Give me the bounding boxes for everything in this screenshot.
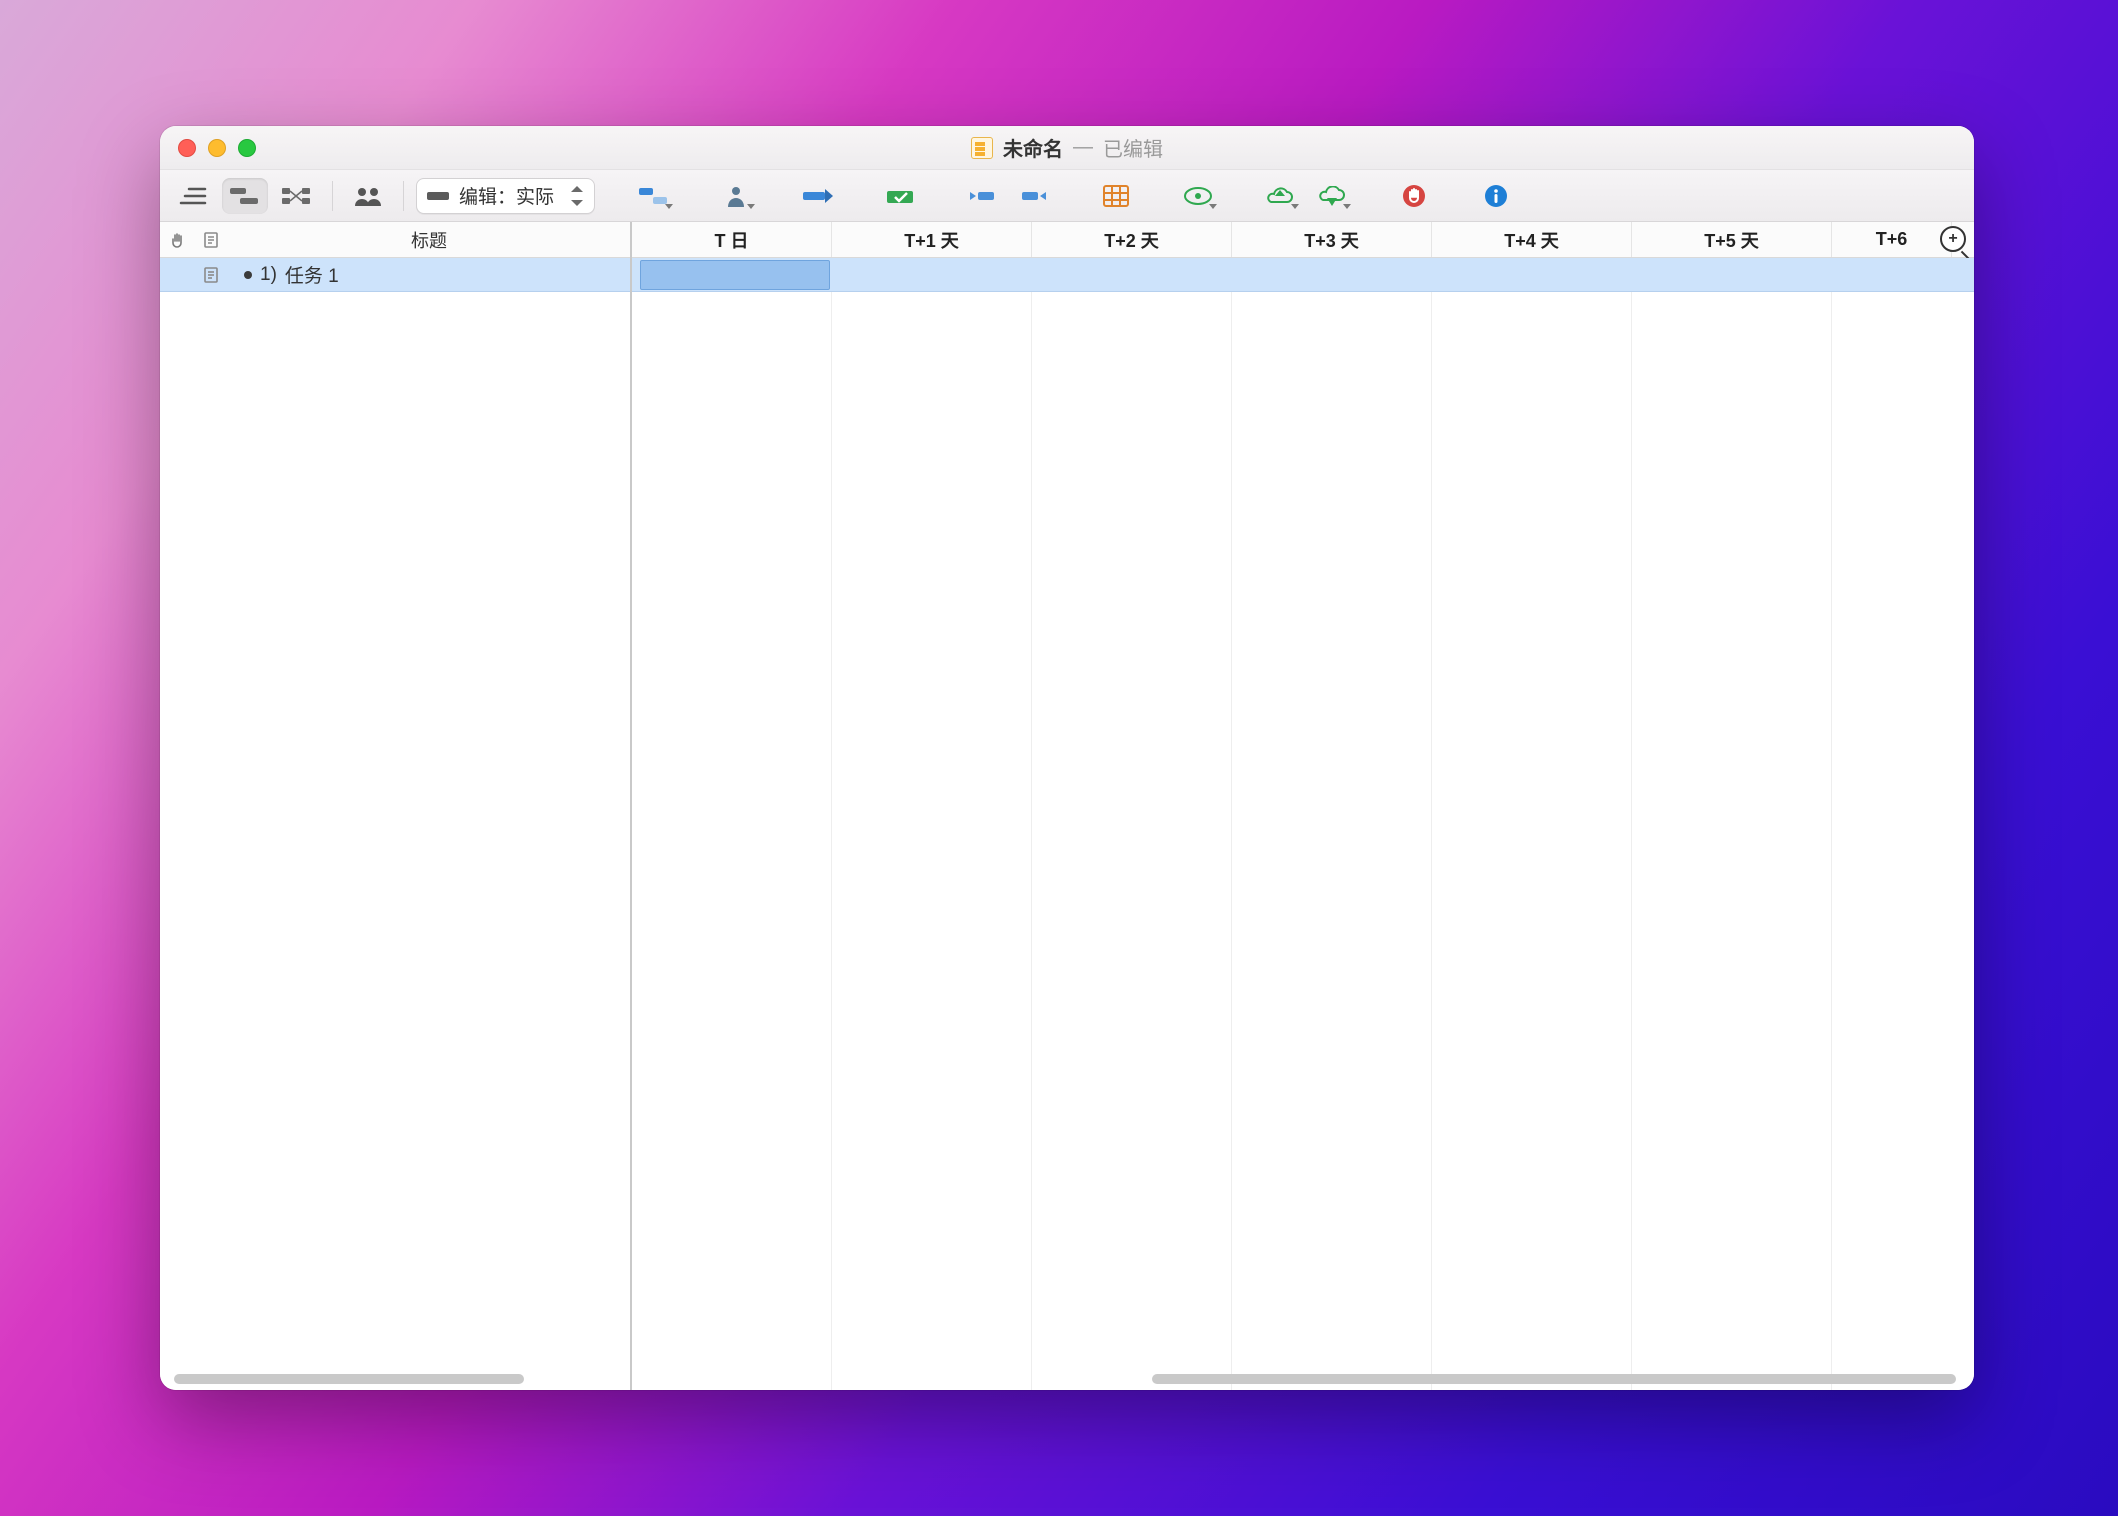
info-icon (1484, 184, 1508, 208)
outline-horizontal-scrollbar[interactable] (174, 1374, 524, 1384)
day-header[interactable]: T+5 天 (1632, 222, 1832, 257)
catch-hand-button[interactable] (1391, 178, 1437, 214)
gantt-task-bar[interactable] (640, 260, 830, 290)
task-row[interactable]: 1) 任务 1 (160, 258, 630, 292)
edit-mode-dropdown[interactable]: 编辑：实际 (416, 178, 595, 214)
assign-resource-button[interactable] (713, 178, 759, 214)
edit-mode-label: 编辑：实际 (459, 182, 554, 209)
document-icon (971, 137, 993, 159)
plus-icon: + (1948, 230, 1957, 248)
complete-button[interactable] (877, 178, 923, 214)
milestone-icon (803, 187, 833, 205)
inbox-check-icon (885, 187, 915, 205)
indent-left-button[interactable] (959, 178, 1005, 214)
content-area: 标题 1) 任务 1 (160, 222, 1974, 1390)
cloud-upload-icon (1265, 186, 1295, 206)
resources-view-button[interactable] (345, 178, 391, 214)
person-assign-icon (725, 185, 747, 207)
task-outline-pane: 标题 1) 任务 1 (160, 222, 632, 1390)
close-window-button[interactable] (178, 139, 196, 157)
zoom-window-button[interactable] (238, 139, 256, 157)
day-header[interactable]: T+2 天 (1032, 222, 1232, 257)
cloud-download-icon (1317, 186, 1347, 206)
gantt-bars-icon (230, 186, 260, 206)
titlebar: 未命名 — 已编辑 (160, 126, 1974, 170)
network-view-button[interactable] (274, 178, 320, 214)
note-icon (203, 231, 219, 249)
edit-bar-icon (427, 192, 449, 200)
hand-icon (168, 231, 186, 249)
outline-lines-icon (179, 186, 207, 206)
note-icon (203, 266, 219, 284)
indent-left-icon (968, 187, 996, 205)
gantt-pane: T 日 T+1 天 T+2 天 T+3 天 T+4 天 T+5 天 T+6 + (632, 222, 1974, 1390)
calendar-button[interactable] (1093, 178, 1139, 214)
day-header[interactable]: T+6 (1832, 222, 1952, 257)
day-header[interactable]: T+4 天 (1432, 222, 1632, 257)
people-icon (354, 186, 382, 206)
gantt-task-row[interactable] (632, 258, 1974, 292)
app-window: 未命名 — 已编辑 (160, 126, 1974, 1390)
gantt-horizontal-scrollbar[interactable] (1152, 1374, 1956, 1384)
document-status: 已编辑 (1103, 133, 1163, 162)
indent-right-button[interactable] (1011, 178, 1057, 214)
download-button[interactable] (1309, 178, 1355, 214)
title-column-header[interactable]: 标题 (228, 227, 630, 253)
network-nodes-icon (282, 186, 312, 206)
title-separator: — (1073, 136, 1093, 159)
notes-column-header[interactable] (194, 231, 228, 249)
task-title: 任务 1 (285, 261, 339, 288)
indent-right-icon (1020, 187, 1048, 205)
gantt-timeline-header: T 日 T+1 天 T+2 天 T+3 天 T+4 天 T+5 天 T+6 + (632, 222, 1974, 258)
toolbar-separator (403, 181, 404, 211)
inspector-button[interactable] (1473, 178, 1519, 214)
gantt-body[interactable] (632, 258, 1974, 1390)
publish-button[interactable] (1257, 178, 1303, 214)
baseline-button[interactable] (1175, 178, 1221, 214)
milestone-button[interactable] (795, 178, 841, 214)
hand-stop-icon (1402, 184, 1426, 208)
add-task-icon (639, 186, 669, 206)
window-title: 未命名 — 已编辑 (160, 133, 1974, 162)
violation-column-header[interactable] (160, 231, 194, 249)
gantt-view-button[interactable] (222, 178, 268, 214)
document-name: 未命名 (1003, 133, 1063, 162)
baseline-eye-icon (1183, 187, 1213, 205)
task-note-cell[interactable] (194, 266, 228, 284)
toolbar-separator (332, 181, 333, 211)
zoom-in-button[interactable]: + (1940, 226, 1966, 252)
window-controls (178, 139, 256, 157)
day-header[interactable]: T+3 天 (1232, 222, 1432, 257)
add-task-button[interactable] (631, 178, 677, 214)
outline-view-button[interactable] (170, 178, 216, 214)
calendar-grid-icon (1103, 185, 1129, 207)
task-bullet-icon (244, 271, 252, 279)
day-header[interactable]: T 日 (632, 222, 832, 257)
day-header[interactable]: T+1 天 (832, 222, 1032, 257)
outline-header: 标题 (160, 222, 630, 258)
stepper-arrows-icon (570, 186, 584, 206)
minimize-window-button[interactable] (208, 139, 226, 157)
task-index: 1) (260, 264, 277, 286)
toolbar: 编辑：实际 (160, 170, 1974, 222)
